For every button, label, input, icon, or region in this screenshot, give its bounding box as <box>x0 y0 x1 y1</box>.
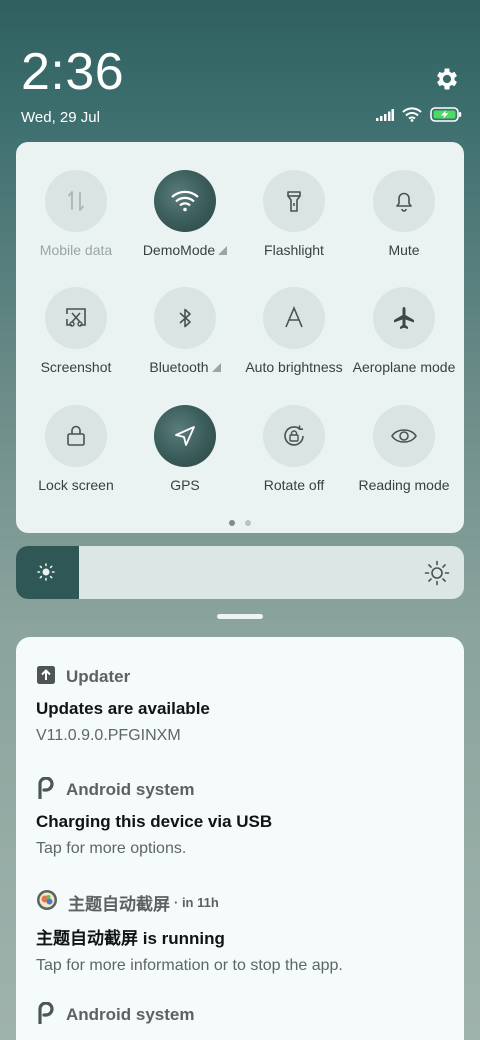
wifi-icon <box>402 107 422 127</box>
tile-lock-screen[interactable]: Lock screen <box>21 405 131 505</box>
clock-time: 2:36 <box>21 43 125 101</box>
notification-updater[interactable]: Updater Updates are available V11.0.9.0.… <box>36 665 446 745</box>
wifi-icon <box>154 170 216 232</box>
tile-screenshot[interactable]: Screenshot <box>21 287 131 387</box>
tile-label: Mobile data <box>39 242 113 258</box>
gear-icon[interactable] <box>433 65 461 93</box>
notification-text: Tap for more information or to stop the … <box>36 957 343 974</box>
tile-label: Lock screen <box>38 477 114 493</box>
tile-label: Reading mode <box>358 477 450 493</box>
theme-app-icon <box>36 889 58 916</box>
notification-app-name: Updater <box>66 667 131 686</box>
tile-bluetooth[interactable]: Bluetooth <box>130 287 240 387</box>
notification-panel: Updater Updates are available V11.0.9.0.… <box>16 637 464 1040</box>
battery-charging-icon <box>430 107 462 127</box>
tile-label: GPS <box>170 477 200 493</box>
drag-handle[interactable] <box>217 614 263 619</box>
tile-label: Auto brightness <box>245 359 343 375</box>
page-indicator <box>16 520 464 526</box>
brightness-low-icon <box>36 562 56 587</box>
page-dot <box>245 520 251 526</box>
notification-title: Updates are available <box>36 699 210 718</box>
notification-android-system-usb[interactable]: Android system Charging this device via … <box>36 775 446 858</box>
notification-title: 主题自动截屏 is running <box>36 929 225 948</box>
notification-text: Tap for more options. <box>36 840 187 857</box>
date-label: Wed, 29 Jul <box>21 109 100 126</box>
eye-icon <box>373 405 435 467</box>
tile-reading-mode[interactable]: Reading mode <box>349 405 459 505</box>
notification-theme-screenshot[interactable]: 主题自动截屏 · in 11h 主题自动截屏 is running Tap fo… <box>36 889 446 975</box>
tile-demomode[interactable]: DemoMode <box>130 170 240 270</box>
screenshot-icon <box>45 287 107 349</box>
tile-label: Mute <box>388 242 420 258</box>
notification-android-system[interactable]: Android system <box>36 1000 446 1029</box>
tile-label: Flashlight <box>264 242 324 258</box>
status-icons <box>376 107 462 127</box>
android-system-icon <box>36 775 56 804</box>
notification-app-name: 主题自动截屏 <box>68 894 170 914</box>
brightness-high-icon <box>424 560 450 591</box>
notification-text: V11.0.9.0.PFGINXM <box>36 727 181 744</box>
auto-brightness-icon <box>263 287 325 349</box>
aeroplane-icon <box>373 287 435 349</box>
page-dot-active <box>229 520 235 526</box>
tile-gps[interactable]: GPS <box>130 405 240 505</box>
notification-app-name: Android system <box>66 1005 195 1024</box>
android-system-icon <box>36 1000 56 1029</box>
updater-icon <box>36 665 56 690</box>
bell-icon <box>373 170 435 232</box>
brightness-slider[interactable] <box>16 546 464 599</box>
tile-label: Screenshot <box>40 359 112 375</box>
flashlight-icon <box>263 170 325 232</box>
tile-label: Bluetooth <box>130 359 240 375</box>
lock-icon <box>45 405 107 467</box>
gps-icon <box>154 405 216 467</box>
mobile-data-icon <box>45 170 107 232</box>
tile-rotate-off[interactable]: Rotate off <box>239 405 349 505</box>
tile-mobile-data[interactable]: Mobile data <box>21 170 131 270</box>
bluetooth-icon <box>154 287 216 349</box>
notification-time: · in 11h <box>174 894 219 910</box>
notification-title: Charging this device via USB <box>36 812 273 831</box>
tile-label: DemoMode <box>130 242 240 258</box>
tile-aeroplane-mode[interactable]: Aeroplane mode <box>349 287 459 387</box>
notification-app-name: Android system <box>66 780 195 799</box>
tile-flashlight[interactable]: Flashlight <box>239 170 349 270</box>
tile-label: Rotate off <box>263 477 325 493</box>
tile-label: Aeroplane mode <box>352 359 456 375</box>
tile-mute[interactable]: Mute <box>349 170 459 270</box>
signal-icon <box>376 108 394 126</box>
quick-settings-panel: Mobile data DemoMode Flashlight Mute Scr… <box>16 142 464 533</box>
rotate-lock-icon <box>263 405 325 467</box>
tile-auto-brightness[interactable]: Auto brightness <box>239 287 349 387</box>
